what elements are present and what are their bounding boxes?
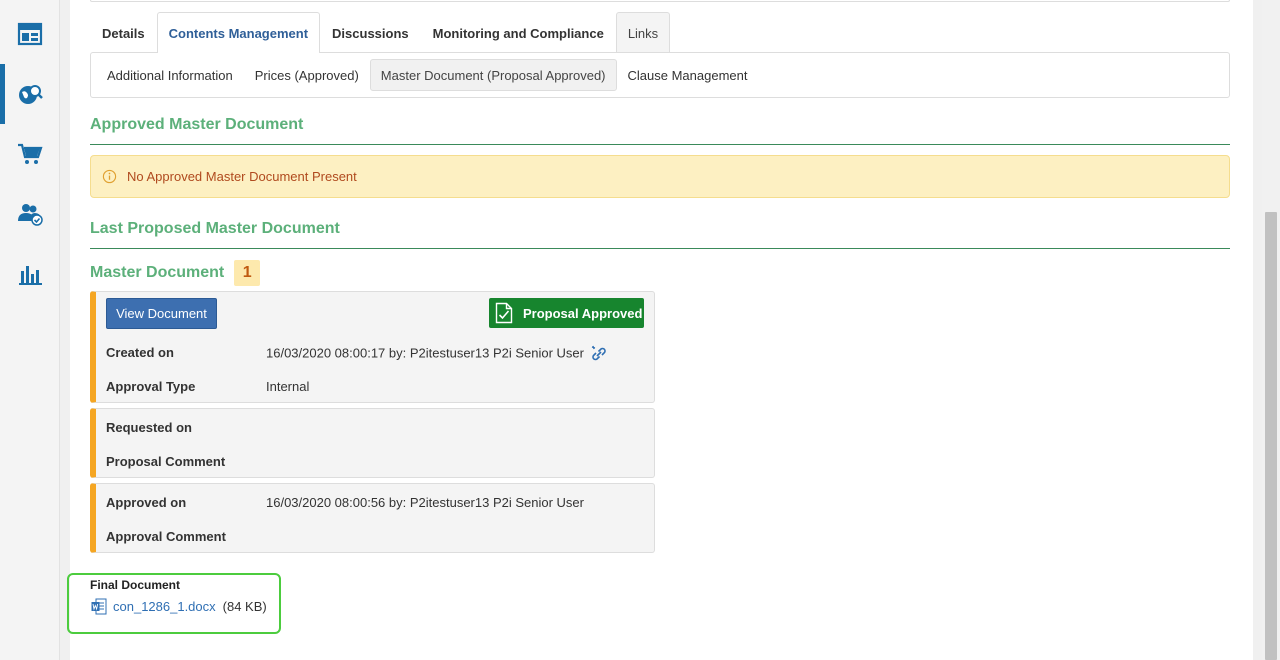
approval-type-label: Approval Type [106,379,196,394]
master-document-count-badge: 1 [234,260,261,286]
proposed-section-title: Last Proposed Master Document [90,220,1230,249]
subtab-prices[interactable]: Prices (Approved) [244,59,370,91]
scrollbar-thumb[interactable] [1265,212,1277,660]
created-label: Created on [106,345,174,360]
globe-search-icon [19,85,43,104]
info-icon [102,169,117,184]
tab-monitoring-compliance[interactable]: Monitoring and Compliance [421,12,616,53]
vertical-scrollbar[interactable] [1262,0,1280,660]
top-card-edge [90,0,1230,2]
final-document-link[interactable]: con_1286_1.docx [113,599,216,614]
final-document-size: (84 KB) [222,599,267,614]
cart-icon [18,143,43,164]
created-card: View Document Proposal Approved Created … [90,291,655,403]
approved-label: Approved on [106,495,187,510]
requested-card: Requested on Proposal Comment [90,408,655,478]
approval-comment-label: Approval Comment [106,529,226,544]
main-panel: Details Contents Management Discussions … [67,0,1253,660]
approved-section-title: Approved Master Document [90,116,1230,145]
users-check-icon [18,204,43,226]
approval-type-value: Internal [266,379,310,394]
tab-contents-management[interactable]: Contents Management [156,12,321,53]
side-nav [0,0,60,660]
view-document-button[interactable]: View Document [106,298,217,329]
bar-chart-icon [19,266,42,285]
nav-globe-search[interactable] [0,64,60,124]
created-value-text: 16/03/2020 08:00:17 by: P2itestuser13 P2… [266,345,584,361]
tab-links[interactable]: Links [615,12,671,53]
nav-users[interactable] [0,184,60,244]
status-label: Proposal Approved [523,305,643,321]
nav-layout[interactable] [0,4,60,64]
approved-card: Approved on 16/03/2020 08:00:56 by: P2it… [90,483,655,553]
nav-reports[interactable] [0,244,60,304]
word-document-icon [91,598,107,615]
tab-details[interactable]: Details [90,12,157,53]
subtab-clause-management[interactable]: Clause Management [617,59,759,91]
master-document-label: Master Document [90,264,225,281]
final-document-title: Final Document [90,578,181,592]
final-document-file: con_1286_1.docx (84 KB) [91,598,267,615]
document-check-icon [495,302,513,324]
sub-tabs: Additional Information Prices (Approved)… [90,52,1230,98]
no-document-alert: No Approved Master Document Present [90,155,1230,198]
proposal-approved-status: Proposal Approved [489,298,644,328]
created-value: 16/03/2020 08:00:17 by: P2itestuser13 P2… [266,345,608,363]
subtab-master-document[interactable]: Master Document (Proposal Approved) [369,59,617,91]
link-icon[interactable] [590,345,608,363]
nav-cart[interactable] [0,124,60,184]
proposal-comment-label: Proposal Comment [106,454,226,469]
main-tabs: Details Contents Management Discussions … [90,12,671,53]
tab-discussions[interactable]: Discussions [320,12,421,53]
layout-icon [17,22,43,46]
subtab-additional-information[interactable]: Additional Information [96,59,244,91]
approved-value: 16/03/2020 08:00:56 by: P2itestuser13 P2… [266,495,584,510]
master-document-heading: Master Document 1 [90,260,261,286]
alert-text: No Approved Master Document Present [127,169,357,184]
requested-label: Requested on [106,420,192,435]
